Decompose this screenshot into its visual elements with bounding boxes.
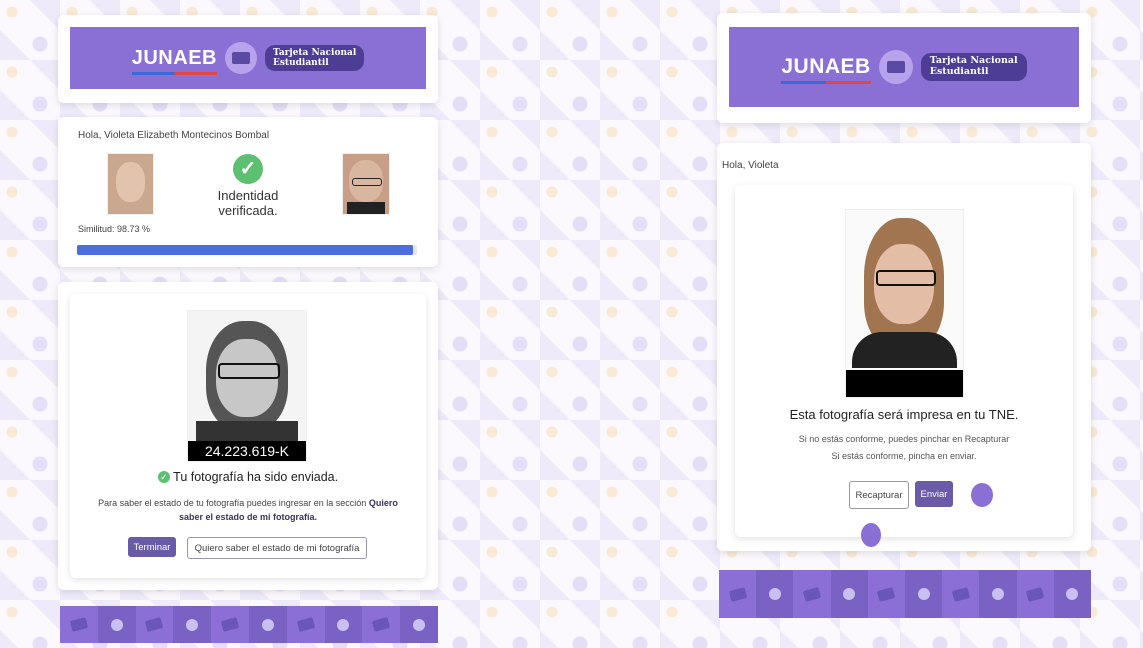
right-header-card: JUNAEB Tarjeta Nacional Estudiantil [717,13,1091,123]
junaeb-logo-right: JUNAEB [781,55,871,84]
right-greeting-text: Hola, Violeta [722,160,779,171]
greeting-text: Hola, Violeta Elizabeth Montecinos Bomba… [78,130,270,141]
preview-inner-card: Esta fotografía será impresa en tu TNE. … [735,185,1073,537]
sent-check-icon: ✓ [157,471,170,483]
send-instruction: Si estás conforme, pincha en enviar. [831,451,977,461]
finish-button[interactable]: Terminar [128,537,176,557]
tne-card-icon [224,42,257,74]
recapture-instruction: Si no estás conforme, puedes pinchar en … [798,434,1010,444]
similarity-progress-fill [77,245,413,255]
id-photo-thumbnail [107,153,154,215]
rut-label: 24.223.619-K [188,441,306,461]
identity-verified-text: Indentidad verificada. [217,188,279,218]
print-headline: Esta fotografía será impresa en tu TNE. [789,407,1019,422]
identity-card: Hola, Violeta Elizabeth Montecinos Bomba… [58,117,438,267]
verified-check-icon: ✓ [233,154,263,184]
left-banner: JUNAEB Tarjeta Nacional Estudiantil [70,27,426,89]
tne-wordmark: Tarjeta Nacional Estudiantil [264,44,365,72]
loading-dot-right [971,483,993,507]
photo-sent-inner-card: 24.223.619-K ✓ Tu fotografía ha sido env… [70,294,426,578]
right-decorative-strip [719,570,1092,618]
status-info-text: Para saber el estado de tu fotografía pu… [98,498,398,523]
left-decorative-strip [60,606,438,643]
similarity-progress-track [77,245,417,255]
right-banner: JUNAEB Tarjeta Nacional Estudiantil [729,27,1079,107]
preview-photo [845,209,964,398]
preview-card: Hola, Violeta Esta fotografía será impre… [717,143,1091,551]
captured-photo-thumbnail [342,153,390,215]
final-grayscale-photo: 24.223.619-K [187,310,307,462]
left-header-card: JUNAEB Tarjeta Nacional Estudiantil [58,15,438,103]
send-button[interactable]: Enviar [915,481,953,507]
similarity-text: Similitud: 98.73 % [78,224,151,234]
junaeb-logo: JUNAEB [131,47,217,75]
photo-status-button[interactable]: Quiero saber el estado de mi fotografía [187,537,367,559]
tne-wordmark-right: Tarjeta Nacional Estudiantil [920,53,1027,81]
recapture-button[interactable]: Recapturar [849,481,909,509]
loading-dot-bottom [861,523,881,547]
tne-card-icon-right [878,50,913,84]
photo-sent-card: 24.223.619-K ✓ Tu fotografía ha sido env… [58,282,438,590]
sent-confirmation: ✓ Tu fotografía ha sido enviada. [70,470,426,484]
